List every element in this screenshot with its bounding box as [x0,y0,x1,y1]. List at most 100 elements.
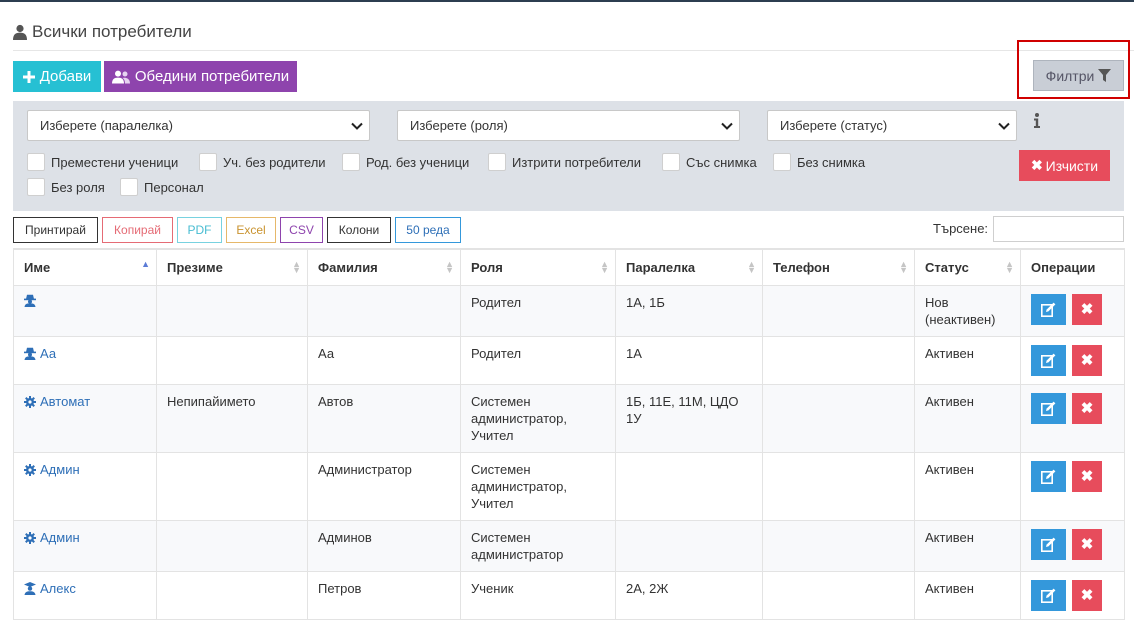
column-header-label: Телефон [773,260,830,275]
column-header-name[interactable]: Име ▲ [13,248,157,286]
clear-filters-button[interactable]: ✖ Изчисти [1019,150,1110,181]
excel-label: Excel [236,223,266,237]
delete-button[interactable]: ✖ [1072,529,1102,560]
edit-button[interactable] [1031,345,1066,376]
merge-users-button[interactable]: Обедини потребители [104,61,297,92]
parent-icon [24,294,40,307]
column-header-label: Паралелка [626,260,696,275]
rows-per-page-button[interactable]: 50 реда [395,217,461,243]
user-link[interactable]: Алекс [24,580,146,597]
checkbox-box[interactable] [27,178,45,196]
checkbox-box[interactable] [662,153,680,171]
pdf-button[interactable]: PDF [177,217,222,243]
user-icon [13,24,27,40]
cell-name: Админ [13,452,157,521]
search-input[interactable] [993,216,1124,242]
status-select-value: Изберете (статус) [780,118,888,133]
table-row: Аа Аа Родител 1А Активен ✖ [13,336,1125,385]
cell-middle-name [156,336,308,385]
edit-button[interactable] [1031,461,1066,492]
edit-button[interactable] [1031,529,1066,560]
checkbox-label: Род. без ученици [366,154,470,170]
edit-icon [1041,353,1056,368]
checkbox-box[interactable] [342,153,360,171]
checkbox-without-photo[interactable]: Без снимка [773,153,865,171]
user-link[interactable]: Админ [24,461,146,478]
checkbox-box[interactable] [199,153,217,171]
cell-role: Ученик [460,571,616,620]
info-icon[interactable] [1034,113,1040,128]
sort-icon: ▲ ▼ [747,259,756,275]
edit-button[interactable] [1031,294,1066,325]
column-header-label: Операции [1031,260,1096,275]
user-link[interactable]: Автомат [24,393,146,410]
column-header-label: Фамилия [318,260,378,275]
print-button[interactable]: Принтирай [13,217,98,243]
user-link[interactable]: Админ [24,529,146,546]
gear-icon [24,531,40,544]
cell-class: 1А, 1Б [615,285,763,337]
delete-button[interactable]: ✖ [1072,580,1102,611]
delete-button[interactable]: ✖ [1072,345,1102,376]
column-header-class[interactable]: Паралелка ▲ ▼ [615,248,763,286]
columns-label: Колони [338,223,380,237]
user-link[interactable]: Аа [24,345,146,362]
csv-button[interactable]: CSV [280,217,323,243]
columns-button[interactable]: Колони [327,217,391,243]
checkbox-label: Изтрити потребители [512,154,641,170]
column-header-middle-name[interactable]: Презиме ▲ ▼ [156,248,308,286]
filters-toggle-button[interactable]: Филтри [1033,60,1124,91]
checkbox-box[interactable] [773,153,791,171]
delete-button[interactable]: ✖ [1072,461,1102,492]
column-header-operations: Операции [1020,248,1125,286]
edit-icon [1041,302,1056,317]
checkbox-box[interactable] [27,153,45,171]
copy-button[interactable]: Копирай [102,217,173,243]
checkbox-students-without-parents[interactable]: Уч. без родители [199,153,326,171]
checkbox-parents-without-students[interactable]: Род. без ученици [342,153,469,171]
table-header-row: Име ▲ Презиме ▲ ▼ Фамилия ▲ ▼ Роля ▲ ▼ Паралелк… [13,248,1125,286]
student-icon [24,582,40,595]
column-header-last-name[interactable]: Фамилия ▲ ▼ [307,248,461,286]
edit-icon [1041,537,1056,552]
checkbox-moved-students[interactable]: Преместени ученици [27,153,178,171]
user-link-text: Автомат [40,394,91,409]
checkbox-staff[interactable]: Персонал [120,178,204,196]
cell-name: Алекс [13,571,157,620]
checkbox-without-role[interactable]: Без роля [27,178,105,196]
role-select[interactable]: Изберете (роля) [397,110,740,141]
cell-role: Системен администратор, Учител [460,452,616,521]
delete-button[interactable]: ✖ [1072,393,1102,424]
add-button[interactable]: Добави [13,61,101,92]
checkbox-box[interactable] [120,178,138,196]
add-button-label: Добави [39,68,92,85]
csv-label: CSV [289,223,314,237]
cell-class [615,452,763,521]
checkbox-deleted-users[interactable]: Изтрити потребители [488,153,641,171]
column-header-role[interactable]: Роля ▲ ▼ [460,248,616,286]
edit-button[interactable] [1031,393,1066,424]
edit-button[interactable] [1031,580,1066,611]
column-header-status[interactable]: Статус ▲ ▼ [914,248,1021,286]
cell-phone [762,384,915,453]
column-header-label: Име [24,260,51,275]
chevron-down-icon [998,122,1010,130]
checkbox-box[interactable] [488,153,506,171]
column-header-phone[interactable]: Телефон ▲ ▼ [762,248,915,286]
excel-button[interactable]: Excel [226,217,276,243]
cell-middle-name [156,285,308,337]
checkbox-label: Уч. без родители [223,154,326,170]
class-select[interactable]: Изберете (паралелка) [27,110,370,141]
cell-name: Админ [13,520,157,572]
close-icon: ✖ [1080,468,1094,485]
checkbox-with-photo[interactable]: Със снимка [662,153,757,171]
user-link-text: Аа [40,346,57,361]
status-select[interactable]: Изберете (статус) [767,110,1017,141]
table-row: Админ Администратор Системен администратор… [13,452,1125,521]
plus-icon [22,70,35,83]
user-link[interactable] [24,294,146,307]
cell-role: Родител [460,336,616,385]
delete-button[interactable]: ✖ [1072,294,1102,325]
pdf-label: PDF [187,223,212,237]
cell-role: Родител [460,285,616,337]
